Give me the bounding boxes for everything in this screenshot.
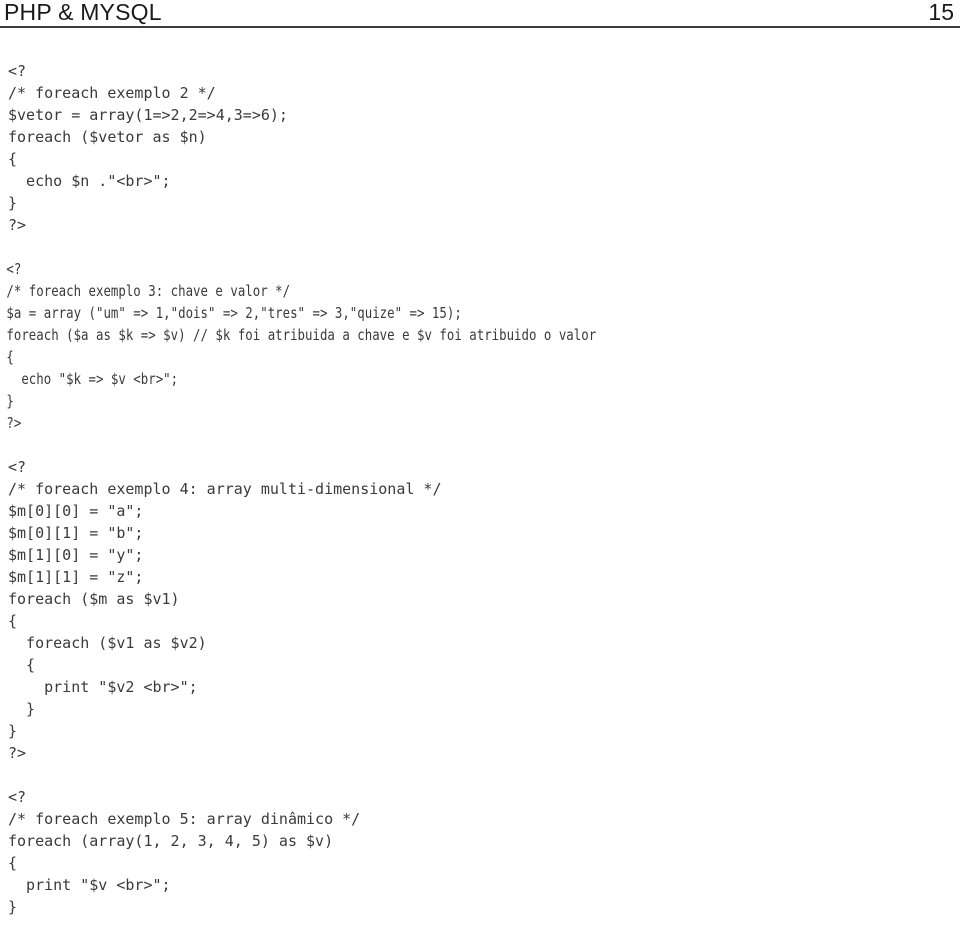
code-block: <? /* foreach exemplo 3: chave e valor */… bbox=[0, 258, 960, 434]
code-line: { bbox=[8, 854, 18, 872]
code-line: /* foreach exemplo 2 */ bbox=[8, 84, 216, 102]
code-block: <? /* foreach exemplo 4: array multi-dime… bbox=[0, 456, 960, 764]
code-line: $m[1][1] = "z"; bbox=[8, 568, 144, 586]
code-line: { bbox=[8, 656, 36, 674]
document-page: PHP & MYSQL 15 <? /* foreach exemplo 2 */… bbox=[0, 0, 960, 937]
header-divider bbox=[0, 26, 960, 28]
code-line: ?> bbox=[8, 216, 27, 234]
code-line: echo "$k => $v <br>"; bbox=[6, 370, 179, 388]
page-number: 15 bbox=[928, 0, 954, 25]
code-line: $m[0][0] = "a"; bbox=[8, 502, 144, 520]
code-line: /* foreach exemplo 3: chave e valor */ bbox=[6, 282, 291, 300]
page-header: PHP & MYSQL 15 bbox=[0, 0, 960, 28]
code-line: ?> bbox=[8, 744, 27, 762]
code-line: foreach ($v1 as $v2) bbox=[8, 634, 207, 652]
code-line: { bbox=[6, 348, 14, 366]
page-title: PHP & MYSQL bbox=[4, 0, 162, 25]
code-listing: <? /* foreach exemplo 2 */ $vetor = array(… bbox=[0, 60, 960, 918]
code-line: ?> bbox=[6, 414, 22, 432]
code-line: <? bbox=[8, 62, 27, 80]
code-line: $vetor = array(1=>2,2=>4,3=>6); bbox=[8, 106, 288, 124]
code-line: print "$v2 <br>"; bbox=[8, 678, 198, 696]
code-line: foreach ($a as $k => $v) // $k foi atrib… bbox=[6, 326, 597, 344]
code-line: /* foreach exemplo 5: array dinâmico */ bbox=[8, 810, 361, 828]
code-line: } bbox=[8, 898, 18, 916]
code-line: <? bbox=[6, 260, 22, 278]
code-line: } bbox=[8, 722, 18, 740]
code-line: { bbox=[8, 150, 18, 168]
code-line: } bbox=[8, 700, 36, 718]
code-line: echo $n ."<br>"; bbox=[8, 172, 171, 190]
code-line: <? bbox=[8, 788, 27, 806]
code-line: foreach (array(1, 2, 3, 4, 5) as $v) bbox=[8, 832, 334, 850]
code-line: $m[1][0] = "y"; bbox=[8, 546, 144, 564]
code-line: /* foreach exemplo 4: array multi-dimens… bbox=[8, 480, 442, 498]
code-line: <? bbox=[8, 458, 27, 476]
code-block: <? /* foreach exemplo 2 */ $vetor = array(… bbox=[0, 60, 960, 236]
code-block: <? /* foreach exemplo 5: array dinâmico *… bbox=[0, 786, 960, 918]
code-line: { bbox=[8, 612, 18, 630]
code-line: } bbox=[6, 392, 14, 410]
code-line: } bbox=[8, 194, 18, 212]
code-line: $m[0][1] = "b"; bbox=[8, 524, 144, 542]
code-line: print "$v <br>"; bbox=[8, 876, 171, 894]
code-line: $a = array ("um" => 1,"dois" => 2,"tres"… bbox=[6, 304, 462, 322]
code-line: foreach ($m as $v1) bbox=[8, 590, 180, 608]
code-line: foreach ($vetor as $n) bbox=[8, 128, 207, 146]
